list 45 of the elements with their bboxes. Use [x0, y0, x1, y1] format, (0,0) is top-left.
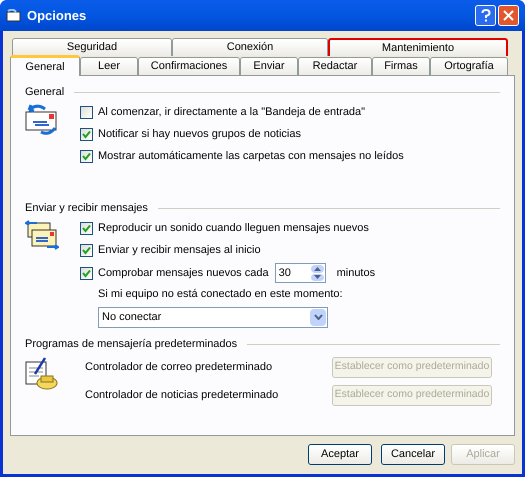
tab[interactable]: Redactar [298, 57, 372, 75]
dialog-button[interactable]: Aceptar [308, 444, 372, 465]
section-title: General [25, 84, 64, 100]
dialog-button[interactable]: Cancelar [381, 444, 445, 465]
help-button[interactable] [475, 5, 496, 26]
tab[interactable]: Conexión [172, 38, 328, 56]
tab[interactable]: Firmas [372, 57, 430, 75]
dropdown[interactable]: No conectar [98, 306, 328, 328]
setting-label: Controlador de correo predeterminado [85, 360, 274, 375]
field-label: Si mi equipo no está conectado en este momento: [98, 287, 343, 302]
tab[interactable]: Mantenimiento [328, 38, 508, 56]
checkbox-label: Al comenzar, ir directamente a la "Bandeja de entrada" [98, 104, 366, 120]
help-icon [480, 9, 490, 22]
document-phone-icon [25, 356, 59, 390]
section-title: Enviar y recibir mensajes [25, 200, 148, 216]
close-icon [503, 10, 514, 21]
spin-down-icon[interactable] [310, 274, 324, 281]
window-title: Opciones [27, 6, 88, 25]
tab[interactable]: Enviar [240, 57, 298, 75]
section-title: Programas de mensajería predeterminados [25, 336, 238, 352]
tab[interactable]: Leer [80, 57, 138, 75]
tab[interactable]: Confirmaciones [138, 57, 240, 75]
tab[interactable]: Ortografía [430, 57, 508, 75]
tab[interactable]: Seguridad [12, 38, 172, 56]
unit-label: minutos [336, 266, 376, 281]
close-button[interactable] [498, 5, 519, 26]
checkbox[interactable] [80, 128, 93, 140]
checkbox-label: Reproducir un sonido cuando lleguen mensajes nuevos [98, 220, 369, 236]
tab[interactable]: General [10, 55, 80, 76]
checkbox-label: Notificar si hay nuevos grupos de noticias [98, 126, 301, 142]
checkbox[interactable] [80, 222, 93, 234]
checkbox-label: Mostrar automáticamente las carpetas con mensajes no leídos [98, 148, 404, 164]
checkbox[interactable] [80, 150, 93, 162]
envelope-arrows-icon [25, 104, 59, 136]
envelopes-arrows-icon [25, 220, 59, 250]
interval-spinner[interactable]: 30 [274, 263, 326, 283]
envelope-icon [6, 8, 22, 22]
checkbox-label: Enviar y recibir mensajes al inicio [98, 242, 261, 258]
checkbox[interactable] [80, 244, 93, 256]
checkbox[interactable] [80, 266, 93, 280]
checkbox[interactable] [80, 106, 93, 118]
caret-icon[interactable] [310, 308, 326, 326]
spin-up-icon[interactable] [310, 265, 324, 272]
setting-label: Controlador de noticias predeterminado [85, 388, 280, 403]
checkbox-label: Comprobar mensajes nuevos cada [98, 266, 269, 281]
